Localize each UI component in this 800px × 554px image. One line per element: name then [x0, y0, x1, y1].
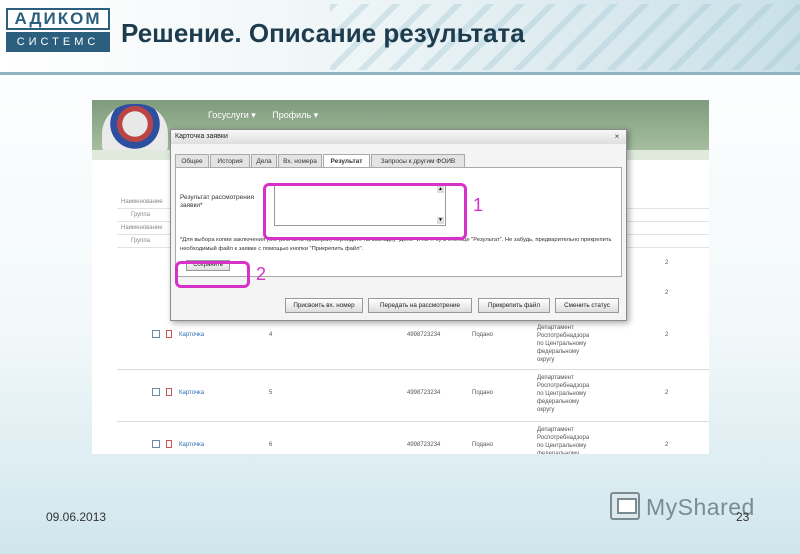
slide-date: 09.06.2013	[46, 510, 107, 524]
card-link[interactable]: Карточка	[179, 332, 204, 338]
presentation-icon	[610, 492, 640, 520]
card-link[interactable]: Карточка	[179, 390, 204, 396]
row-number: 5	[269, 390, 273, 396]
dialog-title: Карточка заявки	[171, 130, 626, 144]
table-row[interactable]: Карточка 5 4998723234 Подано Департамент…	[117, 370, 709, 422]
highlight-box-1	[263, 183, 467, 240]
page-number: 23	[736, 510, 750, 524]
highlight-number-2: 2	[256, 264, 267, 284]
row-last: 2	[665, 390, 669, 396]
edit-icon[interactable]	[152, 330, 160, 338]
row-last: 2	[665, 332, 669, 338]
highlight-number-1: 1	[473, 195, 484, 215]
emblem-icon	[102, 104, 168, 154]
table-row[interactable]: Карточка 6 4998723234 Подано Департамент…	[117, 422, 709, 454]
row-department: Департамент Роспотребнадзора по Централь…	[537, 375, 590, 413]
assign-incoming-number-button[interactable]: Присвоить вх. номер	[285, 298, 363, 313]
tab-requests-other-foiv[interactable]: Запросы к другим ФОИВ	[371, 154, 465, 168]
row-status: Подано	[472, 332, 494, 338]
card-link[interactable]: Карточка	[179, 442, 204, 448]
row-phone: 4998723234	[407, 332, 441, 338]
tab-general[interactable]: Общее	[175, 154, 209, 168]
row-department: Департамент Роспотребнадзора по Централь…	[537, 427, 590, 454]
row-last: 2	[665, 442, 669, 448]
logo-top-text: АДИКОМ	[6, 8, 110, 30]
table-row[interactable]: Карточка 4 4998723234 Подано Департамент…	[117, 320, 709, 370]
logo-bottom-text: СИСТЕМС	[6, 32, 110, 52]
nav-profile[interactable]: Профиль ▾	[272, 110, 318, 120]
result-field-label: Результат рассмотрения заявки*	[180, 194, 254, 209]
tab-result[interactable]: Результат	[323, 154, 370, 168]
tab-cases[interactable]: Дела	[251, 154, 277, 168]
send-for-review-button[interactable]: Передать на рассмотрение	[368, 298, 472, 313]
row-number: 6	[269, 442, 273, 448]
attach-file-button[interactable]: Прикрепить файл	[478, 298, 550, 313]
row-phone: 4998723234	[407, 442, 441, 448]
tab-incoming-numbers[interactable]: Вх. номера	[278, 154, 322, 168]
row-last: 2	[665, 290, 669, 296]
company-logo: АДИКОМ СИСТЕМС	[6, 8, 110, 54]
row-number: 4	[269, 332, 273, 338]
close-icon[interactable]: ×	[612, 132, 622, 142]
portal-nav: Госуслуги ▾ Профиль ▾	[208, 110, 332, 121]
edit-icon[interactable]	[152, 440, 160, 448]
header-rule	[0, 72, 800, 75]
edit-icon[interactable]	[152, 388, 160, 396]
row-phone: 4998723234	[407, 390, 441, 396]
document-icon[interactable]	[166, 330, 172, 338]
action-bar: Присвоить вх. номер Передать на рассмотр…	[175, 298, 622, 316]
row-department: Департамент Роспотребнадзора по Централь…	[537, 325, 590, 363]
document-icon[interactable]	[166, 440, 172, 448]
nav-gosuslugi[interactable]: Госуслуги ▾	[208, 110, 256, 120]
document-icon[interactable]	[166, 388, 172, 396]
row-status: Подано	[472, 442, 494, 448]
change-status-button[interactable]: Сменить статус	[555, 298, 619, 313]
slide-title: Решение. Описание результата	[121, 18, 525, 48]
tab-history[interactable]: История	[210, 154, 250, 168]
highlight-box-2	[175, 261, 250, 288]
row-status: Подано	[472, 390, 494, 396]
row-last: 2	[665, 260, 669, 266]
